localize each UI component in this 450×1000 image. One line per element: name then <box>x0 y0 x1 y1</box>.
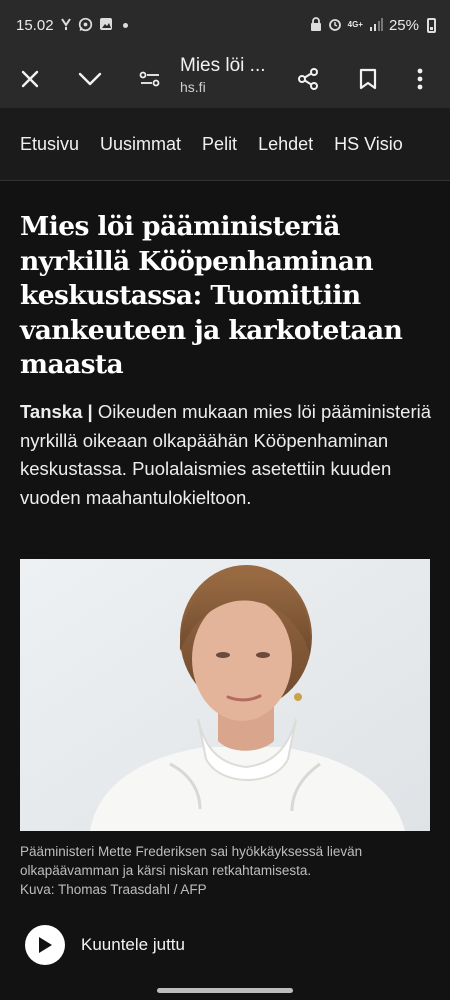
page-url: hs.fi <box>180 79 206 95</box>
nav-item-uusimmat[interactable]: Uusimmat <box>100 134 181 155</box>
more-vert-icon <box>417 68 423 90</box>
listen-article[interactable]: Kuuntele juttu <box>25 925 185 965</box>
battery-icon <box>427 17 436 33</box>
photo-caption-text: Pääministeri Mette Frederiksen sai hyökk… <box>20 844 363 878</box>
battery-percent: 25% <box>388 16 419 34</box>
alarm-icon <box>328 17 342 33</box>
close-icon <box>21 70 39 88</box>
more-options-button[interactable] <box>400 50 440 108</box>
listen-label: Kuuntele juttu <box>81 935 185 954</box>
portrait-illustration <box>20 559 430 831</box>
page-title: Mies löi ... <box>180 55 266 76</box>
close-button[interactable] <box>10 50 50 108</box>
play-button[interactable] <box>25 925 65 965</box>
nav-item-pelit[interactable]: Pelit <box>202 134 237 155</box>
whatsapp-icon <box>78 17 93 34</box>
notification-dot-icon <box>122 22 128 28</box>
photo-credit: Kuva: Thomas Traasdahl / AFP <box>20 882 207 897</box>
lock-icon <box>310 17 322 33</box>
article-category[interactable]: Tanska | <box>20 401 93 422</box>
bookmark-icon <box>359 68 377 90</box>
minimize-button[interactable] <box>70 50 110 108</box>
share-button[interactable] <box>288 50 328 108</box>
status-left: 15.02 <box>16 17 128 34</box>
nav-item-hs-visio[interactable]: HS Visio <box>334 134 403 155</box>
missed-call-icon <box>60 17 72 33</box>
status-right: 4G+ 25% <box>310 17 436 34</box>
nav-item-lehdet[interactable]: Lehdet <box>258 134 313 155</box>
status-bar: 15.02 4G+ 25% <box>0 0 450 50</box>
article-headline: Mies löi pääministeriä nyrkillä Kööpenha… <box>20 211 403 380</box>
nav-item-etusivu[interactable]: Etusivu <box>20 134 79 155</box>
bookmark-button[interactable] <box>348 50 388 108</box>
network-4g-icon: 4G+ <box>347 20 363 29</box>
browser-toolbar: Mies löi ... hs.fi <box>0 50 450 108</box>
share-icon <box>298 68 318 90</box>
gallery-icon <box>99 17 113 33</box>
chevron-down-icon <box>78 72 102 86</box>
status-time: 15.02 <box>16 16 54 34</box>
page-settings-icon <box>139 71 160 87</box>
page-title-area[interactable]: Mies löi ... hs.fi <box>180 54 266 96</box>
article-lead: Tanska | Oikeuden mukaan mies löi päämin… <box>20 398 432 512</box>
photo-caption: Pääministeri Mette Frederiksen sai hyökk… <box>20 842 434 899</box>
play-icon <box>39 937 52 953</box>
page-settings-button[interactable] <box>130 50 170 108</box>
gesture-bar[interactable] <box>157 988 293 993</box>
article-photo[interactable] <box>20 559 430 831</box>
section-nav: Etusivu Uusimmat Pelit Lehdet HS Visio <box>0 108 450 181</box>
signal-icon <box>369 17 383 33</box>
